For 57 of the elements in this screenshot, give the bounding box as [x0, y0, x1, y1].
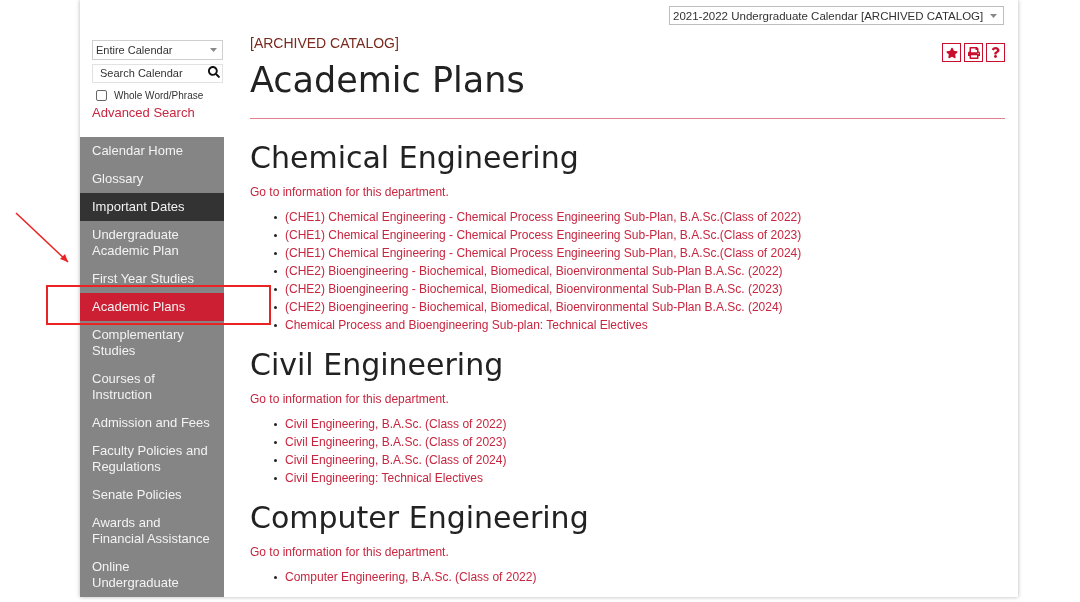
section-heading: Computer Engineering [250, 500, 589, 536]
plan-link[interactable]: (CHE2) Bioengineering - Biochemical, Biomedical, Bioenvironmental Sub-Plan B.A.Sc. (2024) [285, 299, 783, 315]
plan-link[interactable]: Civil Engineering, B.A.Sc. (Class of 2022) [285, 416, 507, 432]
plan-link[interactable]: Civil Engineering: Technical Electives [285, 470, 483, 486]
plan-link[interactable]: Chemical Process and Bioengineering Sub-plan: Technical Electives [285, 317, 648, 333]
plan-link[interactable]: (CHE1) Chemical Engineering - Chemical Process Engineering Sub-Plan, B.A.Sc.(Class of 2024) [285, 245, 802, 261]
department-link[interactable]: Go to information for this department. [250, 184, 449, 200]
bullet-icon [274, 305, 277, 309]
bullet-icon [274, 422, 277, 426]
bullet-icon [274, 215, 277, 219]
nav-item[interactable]: Senate Policies [80, 481, 224, 509]
nav-item[interactable]: Important Dates [80, 193, 224, 221]
plan-link[interactable]: (CHE2) Bioengineering - Biochemical, Biomedical, Bioenvironmental Sub-Plan B.A.Sc. (2022) [285, 263, 783, 279]
bullet-icon [274, 458, 277, 462]
checkbox-label: Whole Word/Phrase [114, 89, 204, 101]
archived-label: [ARCHIVED CATALOG] [250, 34, 399, 52]
plan-link[interactable]: Civil Engineering, B.A.Sc. (Class of 2023) [285, 434, 507, 450]
plan-link[interactable]: Civil Engineering, B.A.Sc. (Class of 2024) [285, 452, 507, 468]
nav-item[interactable]: Courses of Instruction [80, 365, 224, 409]
section-heading: Chemical Engineering [250, 140, 579, 176]
arrow-annotation [15, 212, 71, 265]
plan-link[interactable]: (CHE1) Chemical Engineering - Chemical Process Engineering Sub-Plan, B.A.Sc.(Class of 2023) [285, 227, 802, 243]
search-field[interactable]: Search Calendar [92, 63, 223, 83]
nav-item[interactable]: Admission and Fees [80, 409, 224, 437]
page-title: Academic Plans [250, 59, 525, 102]
nav-item[interactable]: First Year Studies [80, 265, 224, 293]
nav-item[interactable]: Undergraduate Academic Plan [80, 221, 224, 265]
checkbox[interactable] [96, 89, 107, 101]
section-heading: Civil Engineering [250, 347, 504, 383]
print-icon[interactable] [964, 43, 983, 62]
bullet-icon [274, 440, 277, 444]
advanced-search-link[interactable]: Advanced Search [92, 105, 195, 121]
scope-select[interactable]: Entire Calendar [92, 40, 223, 60]
nav-item[interactable]: Academic Plans [80, 293, 224, 321]
bullet-icon [274, 251, 277, 255]
bullet-icon [274, 575, 277, 579]
bullet-icon [274, 476, 277, 480]
bullet-icon [274, 287, 277, 291]
department-link[interactable]: Go to information for this department. [250, 544, 449, 560]
help-icon[interactable] [986, 43, 1005, 62]
nav-item[interactable]: Glossary [80, 165, 224, 193]
caret-icon [990, 13, 997, 18]
nav-item[interactable]: Awards and Financial Assistance [80, 509, 224, 553]
caret-icon [210, 48, 217, 52]
plan-link[interactable]: (CHE2) Bioengineering - Biochemical, Biomedical, Bioenvironmental Sub-Plan B.A.Sc. (2023) [285, 281, 783, 297]
nav-item[interactable]: Calendar Home [80, 137, 224, 165]
nav-item[interactable]: Faculty Policies and Regulations [80, 437, 224, 481]
bullet-icon [274, 323, 277, 327]
search-icon[interactable] [208, 66, 220, 78]
nav-item[interactable]: Complementary Studies [80, 321, 224, 365]
bullet-icon [274, 233, 277, 237]
version-select[interactable]: 2021-2022 Undergraduate Calendar [ARCHIVED CATALOG] [669, 6, 1004, 25]
plan-link[interactable]: (CHE1) Chemical Engineering - Chemical Process Engineering Sub-Plan, B.A.Sc.(Class of 2022) [285, 209, 802, 225]
plan-link[interactable]: Computer Engineering, B.A.Sc. (Class of 2022) [285, 569, 537, 585]
department-link[interactable]: Go to information for this department. [250, 391, 449, 407]
bullet-icon [274, 269, 277, 273]
nav-item[interactable]: Online Undergraduate [80, 553, 224, 597]
